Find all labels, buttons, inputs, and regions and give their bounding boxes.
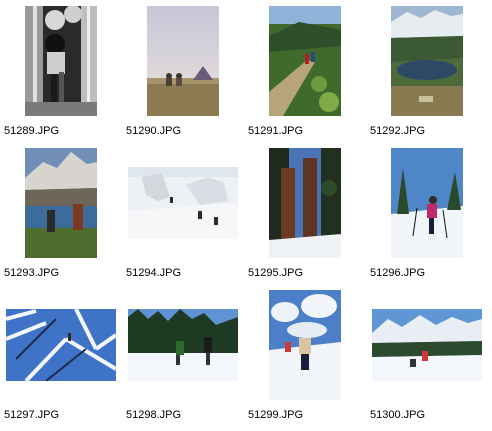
thumbnail-51291[interactable] [269, 6, 341, 116]
filename-51292[interactable]: 51292.JPG [370, 125, 425, 137]
filename-51297[interactable]: 51297.JPG [4, 409, 59, 421]
filename-51299[interactable]: 51299.JPG [248, 409, 303, 421]
filename-51296[interactable]: 51296.JPG [370, 267, 425, 279]
filename-51293[interactable]: 51293.JPG [4, 267, 59, 279]
thumbnail-51293[interactable] [25, 148, 97, 258]
filename-51295[interactable]: 51295.JPG [248, 267, 303, 279]
filename-51289[interactable]: 51289.JPG [4, 125, 59, 137]
thumbnail-51298[interactable] [128, 309, 238, 381]
thumbnail-51289[interactable] [25, 6, 97, 116]
thumbnail-51295[interactable] [269, 148, 341, 258]
filename-51300[interactable]: 51300.JPG [370, 409, 425, 421]
filename-51294[interactable]: 51294.JPG [126, 267, 181, 279]
filename-51298[interactable]: 51298.JPG [126, 409, 181, 421]
thumbnail-51294[interactable] [128, 167, 238, 239]
thumbnail-51299[interactable] [269, 290, 341, 400]
filename-51291[interactable]: 51291.JPG [248, 125, 303, 137]
thumbnail-51292[interactable] [391, 6, 463, 116]
thumbnail-51296[interactable] [391, 148, 463, 258]
thumbnail-51300[interactable] [372, 309, 482, 381]
thumbnail-51290[interactable] [147, 6, 219, 116]
thumbnail-51297[interactable] [6, 309, 116, 381]
filename-51290[interactable]: 51290.JPG [126, 125, 181, 137]
